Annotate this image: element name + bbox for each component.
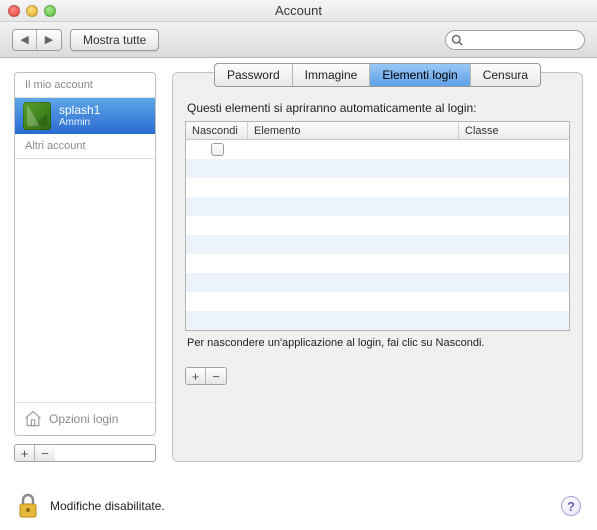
cell-hide: [186, 143, 248, 156]
hide-checkbox[interactable]: [211, 143, 224, 156]
login-items-table: Nascondi Elemento Classe: [185, 121, 570, 331]
content-area: Il mio account splash1 Ammin Altri accou…: [0, 58, 597, 462]
table-row[interactable]: [186, 178, 569, 197]
toolbar: ◀ ▶ Mostra tutte: [0, 22, 597, 58]
login-items-hint: Per nascondere un'applicazione al login,…: [187, 337, 568, 349]
login-items-add-remove-wrap: + −: [185, 359, 570, 385]
user-name-label: splash1: [59, 103, 100, 117]
user-role-label: Ammin: [59, 117, 100, 129]
search-input[interactable]: [445, 30, 585, 50]
settings-panel: Password Immagine Elementi login Censura…: [172, 72, 583, 462]
sidebar-header-my-account: Il mio account: [15, 73, 155, 98]
window-title: Account: [0, 3, 597, 18]
accounts-sidebar: Il mio account splash1 Ammin Altri accou…: [14, 72, 156, 436]
search-wrap: [445, 30, 585, 50]
help-button[interactable]: ?: [561, 496, 581, 516]
tab-password[interactable]: Password: [215, 64, 293, 86]
tab-login-items[interactable]: Elementi login: [370, 64, 470, 86]
nav-back-forward: ◀ ▶: [12, 29, 62, 51]
account-add-remove: + −: [14, 444, 156, 462]
sidebar-header-other-accounts: Altri account: [15, 134, 155, 159]
user-avatar-icon: [23, 102, 51, 130]
sidebar-spacer: [15, 159, 155, 402]
add-account-button[interactable]: +: [15, 445, 35, 461]
sidebar-item-current-user[interactable]: splash1 Ammin: [15, 98, 155, 134]
titlebar: Account: [0, 0, 597, 22]
tab-parental[interactable]: Censura: [471, 64, 540, 86]
show-all-button[interactable]: Mostra tutte: [70, 29, 159, 51]
tab-image[interactable]: Immagine: [293, 64, 371, 86]
home-icon: [23, 409, 43, 429]
table-row[interactable]: [186, 311, 569, 330]
table-row[interactable]: [186, 216, 569, 235]
col-element[interactable]: Elemento: [248, 122, 459, 139]
tab-bar: Password Immagine Elementi login Censura: [214, 63, 541, 87]
table-row[interactable]: [186, 197, 569, 216]
table-header: Nascondi Elemento Classe: [186, 122, 569, 140]
login-items-description: Questi elementi si apriranno automaticam…: [187, 101, 568, 115]
table-row[interactable]: [186, 254, 569, 273]
table-body: [186, 140, 569, 330]
table-row[interactable]: [186, 159, 569, 178]
back-button[interactable]: ◀: [13, 30, 37, 50]
lock-status-text: Modifiche disabilitate.: [50, 499, 165, 513]
login-options-button[interactable]: Opzioni login: [15, 402, 155, 435]
search-icon: [451, 34, 463, 46]
login-options-label: Opzioni login: [49, 412, 118, 426]
table-row[interactable]: [186, 273, 569, 292]
remove-login-item-button[interactable]: −: [206, 368, 226, 384]
table-row[interactable]: [186, 140, 569, 159]
footer: Modifiche disabilitate. ?: [0, 492, 597, 520]
table-row[interactable]: [186, 235, 569, 254]
sidebar-column: Il mio account splash1 Ammin Altri accou…: [14, 72, 156, 462]
user-lines: splash1 Ammin: [59, 103, 100, 129]
table-row[interactable]: [186, 292, 569, 311]
lock-icon[interactable]: [16, 492, 40, 520]
col-class[interactable]: Classe: [459, 122, 569, 139]
login-items-add-remove: + −: [185, 367, 227, 385]
add-login-item-button[interactable]: +: [186, 368, 206, 384]
forward-button[interactable]: ▶: [37, 30, 61, 50]
remove-account-button[interactable]: −: [35, 445, 55, 461]
col-hide[interactable]: Nascondi: [186, 122, 248, 139]
